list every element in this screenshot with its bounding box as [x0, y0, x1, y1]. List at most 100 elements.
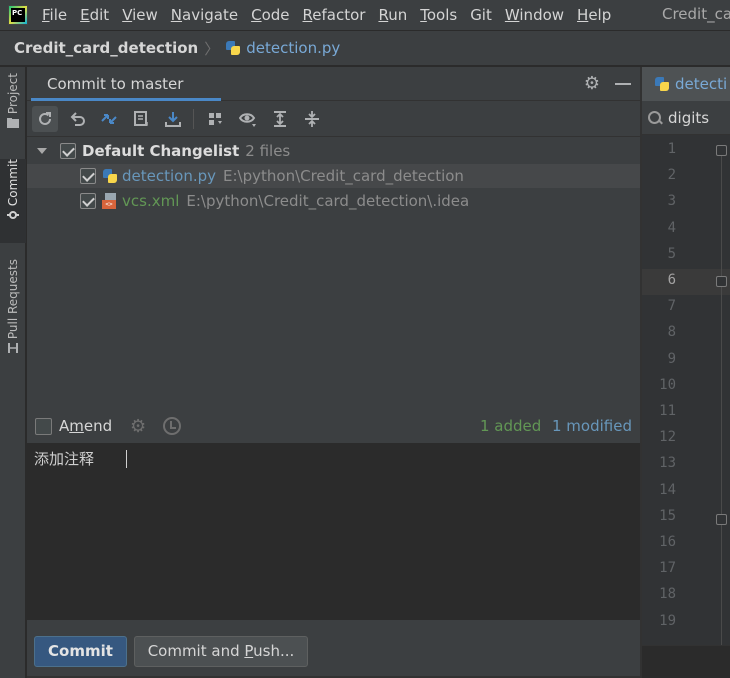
- menu-git[interactable]: Git: [470, 6, 492, 24]
- commit-button[interactable]: Commit: [34, 636, 127, 667]
- window-title: Credit_ca: [662, 5, 730, 23]
- amend-label[interactable]: Amend: [59, 417, 112, 435]
- changelist-checkbox[interactable]: [60, 143, 76, 159]
- fold-marker-icon[interactable]: [716, 514, 727, 525]
- breadcrumb-separator-icon: 〉: [204, 39, 220, 58]
- menu-run[interactable]: Run: [378, 6, 407, 24]
- line-number: 6: [667, 272, 676, 288]
- amend-checkbox[interactable]: [35, 418, 52, 435]
- file-checkbox[interactable]: [80, 193, 96, 209]
- refresh-button[interactable]: [32, 106, 58, 132]
- expand-all-icon: [274, 111, 286, 127]
- update-button[interactable]: [160, 106, 186, 132]
- expand-all-button[interactable]: [267, 106, 293, 132]
- file-checkbox[interactable]: [80, 168, 96, 184]
- fold-marker-icon[interactable]: [716, 276, 727, 287]
- file-row-vcs-xml[interactable]: <> vcs.xml E:\python\Credit_card_detecti…: [27, 189, 640, 213]
- chevron-down-icon[interactable]: [37, 148, 47, 154]
- commit-message-history-button[interactable]: [128, 106, 154, 132]
- tool-tab-project[interactable]: Project: [0, 73, 26, 151]
- download-icon: [165, 112, 181, 127]
- menu-navigate[interactable]: Navigate: [171, 6, 238, 24]
- rollback-button[interactable]: [64, 106, 90, 132]
- editor-tab-label: detecti: [675, 75, 728, 93]
- fold-marker-icon[interactable]: [716, 145, 727, 156]
- commit-message-input[interactable]: 添加注释: [27, 444, 640, 620]
- history-icon[interactable]: [163, 417, 181, 435]
- breadcrumb: Credit_card_detection 〉 detection.py: [0, 30, 730, 66]
- line-number: 2: [667, 167, 676, 184]
- text-caret: [126, 450, 127, 468]
- menu-refactor[interactable]: Refactor: [303, 6, 366, 24]
- editor-tab-detection[interactable]: detecti: [642, 67, 730, 101]
- line-number: 17: [659, 560, 676, 577]
- document-icon: [134, 111, 148, 126]
- file-path: E:\python\Credit_card_detection\.idea: [186, 192, 470, 210]
- commit-panel-title[interactable]: Commit to master: [47, 75, 183, 93]
- eye-icon: [239, 113, 256, 127]
- line-number: 1: [667, 141, 676, 157]
- commit-and-push-button[interactable]: Commit and Push...: [134, 636, 308, 667]
- view-options-button[interactable]: [235, 106, 261, 132]
- changelist-row[interactable]: Default Changelist 2 files: [27, 139, 640, 163]
- line-number: 16: [659, 534, 676, 550]
- line-number: 12: [659, 429, 676, 446]
- pycharm-logo-icon: PC: [8, 5, 28, 25]
- menu-code[interactable]: Code: [251, 6, 289, 24]
- gear-icon[interactable]: ⚙: [583, 75, 601, 93]
- line-number: 19: [659, 612, 676, 629]
- editor-tabs: detecti: [642, 67, 730, 101]
- commit-message-text: 添加注释: [34, 450, 95, 468]
- editor-gutter: 1 2 3 4 5 6 7 8 9 10 11 12 13 14 15 16 17 18 19: [642, 135, 730, 645]
- file-path: E:\python\Credit_card_detection: [223, 167, 464, 185]
- diff-arrows-icon: [101, 114, 117, 124]
- menu-view[interactable]: View: [122, 6, 158, 24]
- added-count[interactable]: 1 added: [480, 417, 541, 435]
- menu-window[interactable]: Window: [505, 6, 564, 24]
- commit-options-gear-icon[interactable]: ⚙: [130, 416, 146, 437]
- line-number: 11: [659, 403, 676, 419]
- line-number: 13: [659, 455, 676, 472]
- file-name: detection.py: [122, 167, 217, 185]
- line-number: 8: [667, 324, 676, 341]
- group-by-button[interactable]: [203, 106, 229, 132]
- breadcrumb-project[interactable]: Credit_card_detection: [14, 39, 198, 57]
- refresh-icon: [39, 112, 51, 125]
- menu-tools[interactable]: Tools: [420, 6, 457, 24]
- breadcrumb-file[interactable]: detection.py: [246, 39, 340, 57]
- group-by-icon: [209, 113, 222, 125]
- toolbar-separator: [193, 109, 194, 129]
- tool-tab-commit[interactable]: Commit: [0, 159, 26, 243]
- line-number: 15: [659, 507, 676, 524]
- changelist-count: 2 files: [245, 142, 291, 160]
- menu-help[interactable]: Help: [577, 6, 611, 24]
- python-file-icon: [225, 40, 241, 56]
- changes-tree: Default Changelist 2 files detection.py …: [27, 137, 640, 410]
- collapse-all-icon: [305, 111, 319, 127]
- line-number: 18: [659, 586, 676, 603]
- menu-file[interactable]: File: [42, 6, 67, 24]
- rollback-icon: [70, 112, 85, 126]
- file-row-detection[interactable]: detection.py E:\python\Credit_card_detec…: [27, 164, 640, 188]
- search-icon[interactable]: [648, 110, 664, 126]
- modified-count[interactable]: 1 modified: [552, 417, 632, 435]
- collapse-all-button[interactable]: [299, 106, 325, 132]
- editor-status-area: [642, 645, 730, 678]
- python-file-icon: [654, 76, 670, 92]
- commit-toolbar: [27, 101, 640, 137]
- line-number: 5: [667, 245, 676, 262]
- tool-tab-pull-requests[interactable]: Pull Requests: [0, 259, 26, 369]
- fold-guide: [721, 147, 722, 645]
- commit-panel-header: Commit to master ⚙: [27, 67, 640, 101]
- left-tool-strip: Project Commit Pull Requests: [0, 67, 26, 678]
- file-name: vcs.xml: [122, 192, 180, 210]
- line-number: 4: [667, 219, 676, 236]
- search-input[interactable]: digits: [668, 109, 709, 127]
- editor-search-bar[interactable]: digits: [642, 101, 730, 135]
- minimize-icon[interactable]: [615, 83, 631, 85]
- show-diff-button[interactable]: [96, 106, 122, 132]
- menu-edit[interactable]: Edit: [80, 6, 109, 24]
- line-number: 7: [667, 298, 676, 315]
- line-number: 10: [659, 376, 676, 393]
- changelist-name: Default Changelist: [82, 142, 240, 160]
